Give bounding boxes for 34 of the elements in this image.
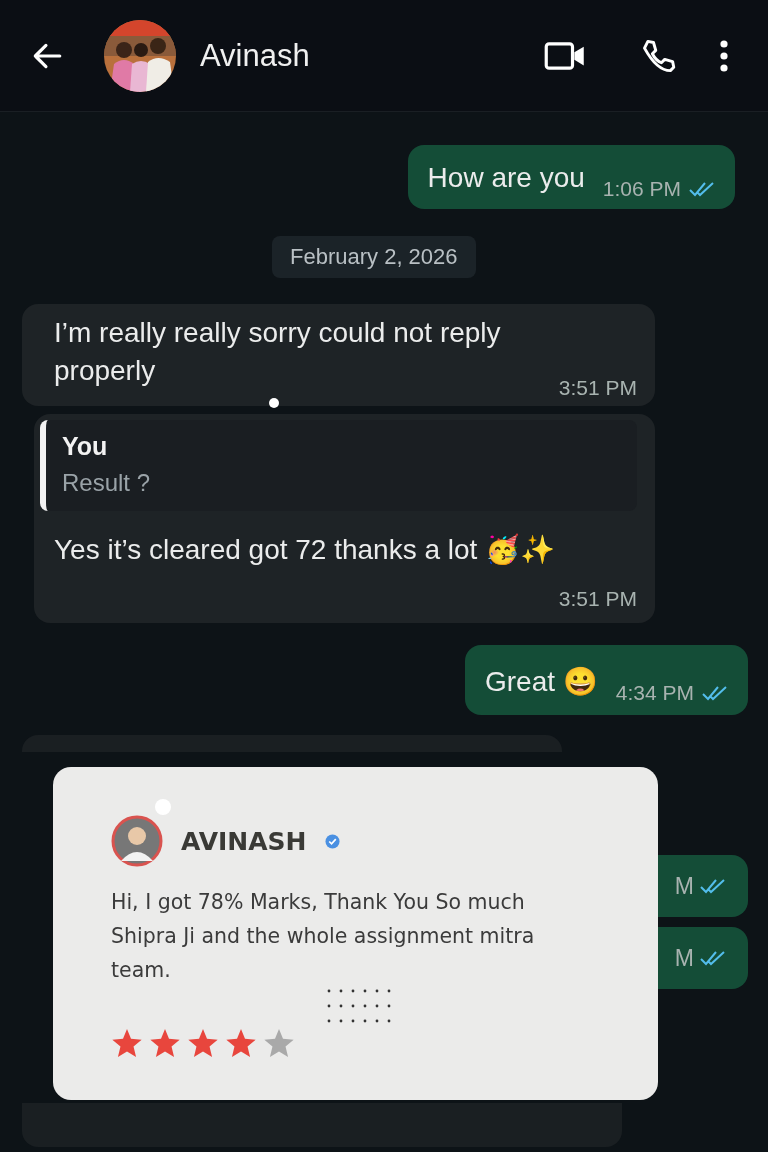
message-bubble[interactable]: How are you 1:06 PM — [407, 145, 735, 209]
avatar-icon — [111, 815, 163, 867]
star-icon — [187, 1027, 219, 1059]
message-bubble[interactable]: M — [658, 927, 748, 989]
quoted-message[interactable]: You Result ? — [40, 420, 637, 511]
message-bubble[interactable]: Great 😀 4:34 PM — [464, 645, 748, 715]
message-text: I’m really really sorry could not reply properly — [54, 316, 502, 388]
message-time: M — [674, 872, 694, 900]
message-time: 4:34 PM — [615, 681, 694, 705]
contact-name[interactable]: Avinash — [200, 37, 310, 74]
reviewer-name: AVINASH — [181, 826, 307, 856]
phone-icon[interactable] — [640, 37, 676, 74]
message-time: 3:51 PM — [558, 587, 637, 611]
message-text: Great 😀 — [484, 665, 598, 699]
message-text: How are you — [427, 161, 585, 195]
star-icon — [149, 1027, 181, 1059]
message-time: 1:06 PM — [602, 177, 681, 201]
message-time: M — [674, 944, 694, 972]
date-chip: February 2, 2026 — [272, 236, 476, 278]
star-icon — [263, 1027, 295, 1059]
quote-text: Result ? — [62, 469, 152, 497]
message-bubble[interactable]: You Result ? Yes it’s cleared got 72 thanks a lot 🥳✨ 3:51 PM — [34, 414, 655, 623]
message-time: 3:51 PM — [558, 376, 637, 400]
more-options-icon[interactable] — [720, 39, 728, 72]
message-bubble[interactable]: M — [658, 855, 748, 917]
dot-icon — [269, 398, 279, 408]
message-text: Yes it’s cleared got 72 thanks a lot 🥳✨ — [54, 532, 556, 567]
star-icon — [111, 1027, 143, 1059]
dot-grid-icon — [327, 989, 391, 1023]
message-bubble[interactable]: I’m really really sorry could not reply properly 3:51 PM — [22, 304, 655, 406]
quote-author: You — [62, 432, 109, 461]
star-icon — [225, 1027, 257, 1059]
review-text: Hi, I got 78% Marks, Thank You So much Shipra Ji and the whole assignment mitra team. — [111, 889, 536, 984]
video-call-icon[interactable] — [544, 40, 586, 71]
